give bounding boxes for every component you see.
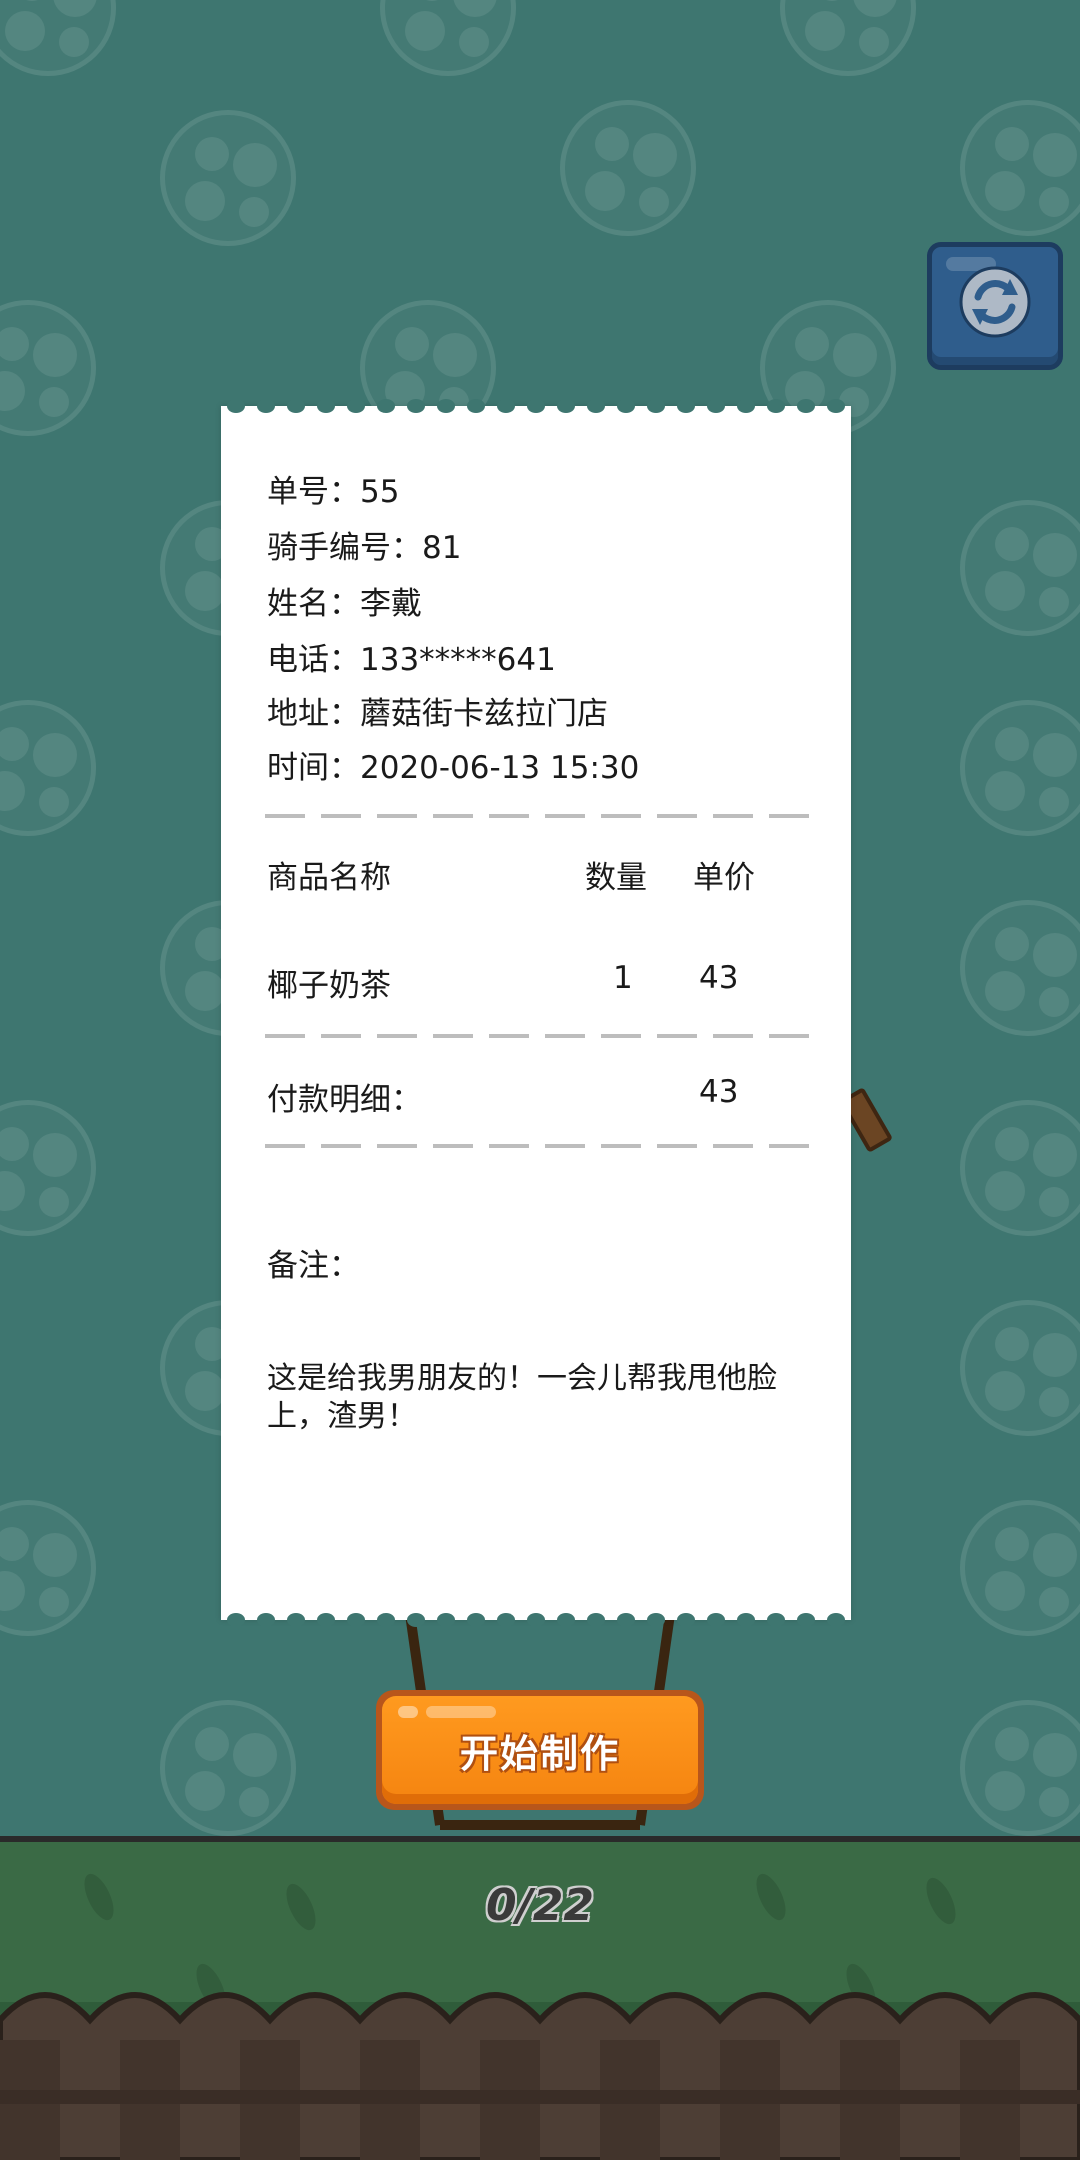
remark-text: 这是给我男朋友的！一会儿帮我甩他脸上，渣男！	[267, 1361, 777, 1434]
scallop-notch	[677, 1613, 695, 1627]
scallop-notch	[257, 1613, 275, 1627]
scallop-notch	[617, 399, 635, 413]
scallop-notch	[407, 399, 425, 413]
order-number: 单号：55	[267, 474, 400, 510]
delivery-address: 地址：蘑菇街卡兹拉门店	[267, 696, 608, 732]
scallop-notch	[437, 1613, 455, 1627]
column-quantity: 数量	[585, 860, 647, 896]
order-progress-counter: 0/22	[486, 1880, 594, 1931]
scallop-notch	[707, 399, 725, 413]
scallop-notch	[347, 1613, 365, 1627]
wallpaper-cookie	[0, 1500, 96, 1636]
scallop-notch	[467, 399, 485, 413]
scallop-notch	[587, 1613, 605, 1627]
scallop-notch	[497, 1613, 515, 1627]
scallop-notch	[767, 399, 785, 413]
column-product: 商品名称	[267, 860, 391, 896]
wallpaper-cookie	[960, 500, 1080, 636]
scallop-notch	[347, 399, 365, 413]
item-price: 43	[699, 960, 739, 996]
order-receipt: 单号：55 骑手编号：81 姓名：李戴 电话：133*****641 地址：蘑菇…	[221, 399, 851, 1627]
wallpaper-cookie	[0, 300, 96, 436]
scallop-notch	[827, 399, 845, 413]
wallpaper-cookie	[380, 0, 516, 76]
wallpaper-cookie	[960, 1300, 1080, 1436]
payment-label: 付款明细：	[267, 1082, 422, 1118]
customer-name: 姓名：李戴	[267, 586, 422, 622]
scallop-notch	[317, 399, 335, 413]
scallop-notch	[407, 1613, 425, 1627]
scallop-notch	[317, 1613, 335, 1627]
scallop-notch	[617, 1613, 635, 1627]
scallop-notch	[827, 1613, 845, 1627]
scallop-notch	[377, 1613, 395, 1627]
remark-label: 备注：	[267, 1248, 360, 1284]
scallop-notch	[587, 399, 605, 413]
wallpaper-cookie	[960, 100, 1080, 236]
wallpaper-cookie	[0, 700, 96, 836]
divider	[265, 1034, 815, 1038]
scallop-notch	[797, 399, 815, 413]
start-button-label: 开始制作	[459, 1731, 620, 1776]
item-name: 椰子奶茶	[267, 968, 391, 1004]
column-unit-price: 单价	[693, 860, 755, 896]
scallop-notch	[287, 1613, 305, 1627]
button-gloss	[426, 1706, 496, 1718]
scallop-notch	[647, 1613, 665, 1627]
wallpaper-cookie	[160, 110, 296, 246]
wallpaper-cookie	[780, 0, 916, 76]
wallpaper-cookie	[0, 0, 116, 76]
button-gloss	[398, 1706, 418, 1718]
scallop-notch	[767, 1613, 785, 1627]
divider	[265, 1144, 815, 1148]
wallpaper-cookie	[0, 1100, 96, 1236]
scallop-notch	[437, 399, 455, 413]
start-button-face: 开始制作	[382, 1696, 698, 1804]
wallpaper-cookie	[960, 900, 1080, 1036]
refresh-icon	[959, 266, 1031, 338]
scallop-notch	[707, 1613, 725, 1627]
scallop-notch	[557, 399, 575, 413]
wallpaper-cookie	[960, 700, 1080, 836]
wallpaper-cookie	[560, 100, 696, 236]
wooden-fence	[0, 1992, 1080, 2160]
receipt-top-edge	[221, 399, 851, 413]
scallop-notch	[737, 1613, 755, 1627]
order-time: 时间：2020-06-13 15:30	[267, 750, 640, 786]
refresh-button[interactable]	[927, 242, 1063, 370]
customer-phone: 电话：133*****641	[267, 642, 556, 678]
scallop-notch	[527, 1613, 545, 1627]
wallpaper-cookie	[160, 1700, 296, 1836]
scallop-notch	[677, 399, 695, 413]
scallop-notch	[287, 399, 305, 413]
scallop-notch	[647, 399, 665, 413]
scallop-notch	[797, 1613, 815, 1627]
payment-total: 43	[699, 1074, 739, 1110]
divider	[265, 814, 815, 818]
scallop-notch	[227, 1613, 245, 1627]
wallpaper-cookie	[960, 1100, 1080, 1236]
wallpaper-cookie	[960, 1500, 1080, 1636]
scallop-notch	[527, 399, 545, 413]
scallop-notch	[467, 1613, 485, 1627]
receipt-bottom-edge	[221, 1613, 851, 1627]
scallop-notch	[497, 399, 515, 413]
start-making-button[interactable]: 开始制作	[376, 1690, 704, 1810]
scallop-notch	[557, 1613, 575, 1627]
rider-number: 骑手编号：81	[267, 530, 462, 566]
wallpaper-cookie	[960, 1700, 1080, 1836]
item-quantity: 1	[613, 960, 633, 996]
scallop-notch	[257, 399, 275, 413]
scallop-notch	[377, 399, 395, 413]
scallop-notch	[737, 399, 755, 413]
scallop-notch	[227, 399, 245, 413]
